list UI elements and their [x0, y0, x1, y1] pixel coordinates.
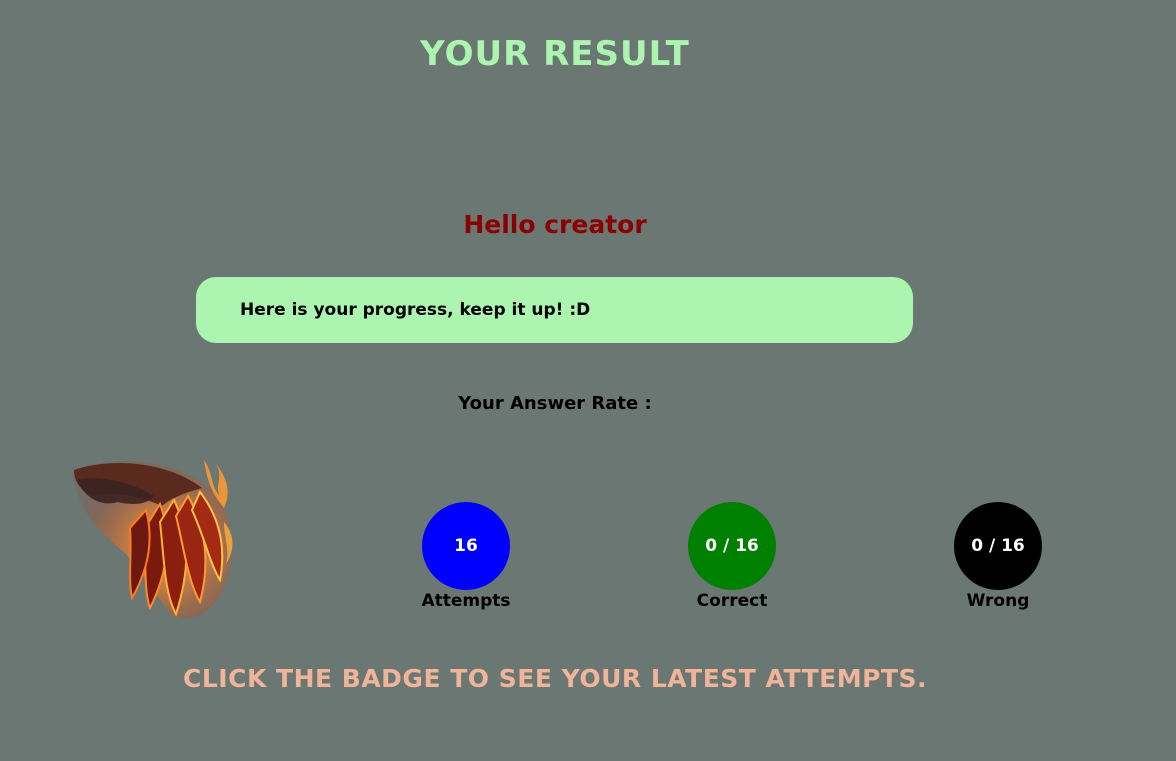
stat-wrong: 0 / 16 Wrong	[938, 502, 1058, 611]
correct-label: Correct	[696, 591, 768, 611]
answer-rate-label: Your Answer Rate :	[458, 393, 652, 414]
wrong-circle: 0 / 16	[954, 502, 1042, 590]
badge-button[interactable]	[64, 452, 240, 628]
wrong-label: Wrong	[966, 591, 1030, 611]
flaming-wing-icon	[72, 460, 233, 619]
progress-message-box: Here is your progress, keep it up! :D	[196, 277, 913, 343]
correct-circle: 0 / 16	[688, 502, 776, 590]
badge-instruction: Click the badge to see your latest attem…	[183, 664, 927, 693]
greeting-heading: Hello creator	[463, 210, 647, 239]
stat-correct: 0 / 16 Correct	[672, 502, 792, 611]
page-title: Your Result	[420, 34, 690, 74]
progress-message: Here is your progress, keep it up! :D	[240, 300, 591, 320]
attempts-label: Attempts	[421, 591, 511, 611]
stat-attempts: 16 Attempts	[406, 502, 526, 611]
attempts-circle: 16	[422, 502, 510, 590]
